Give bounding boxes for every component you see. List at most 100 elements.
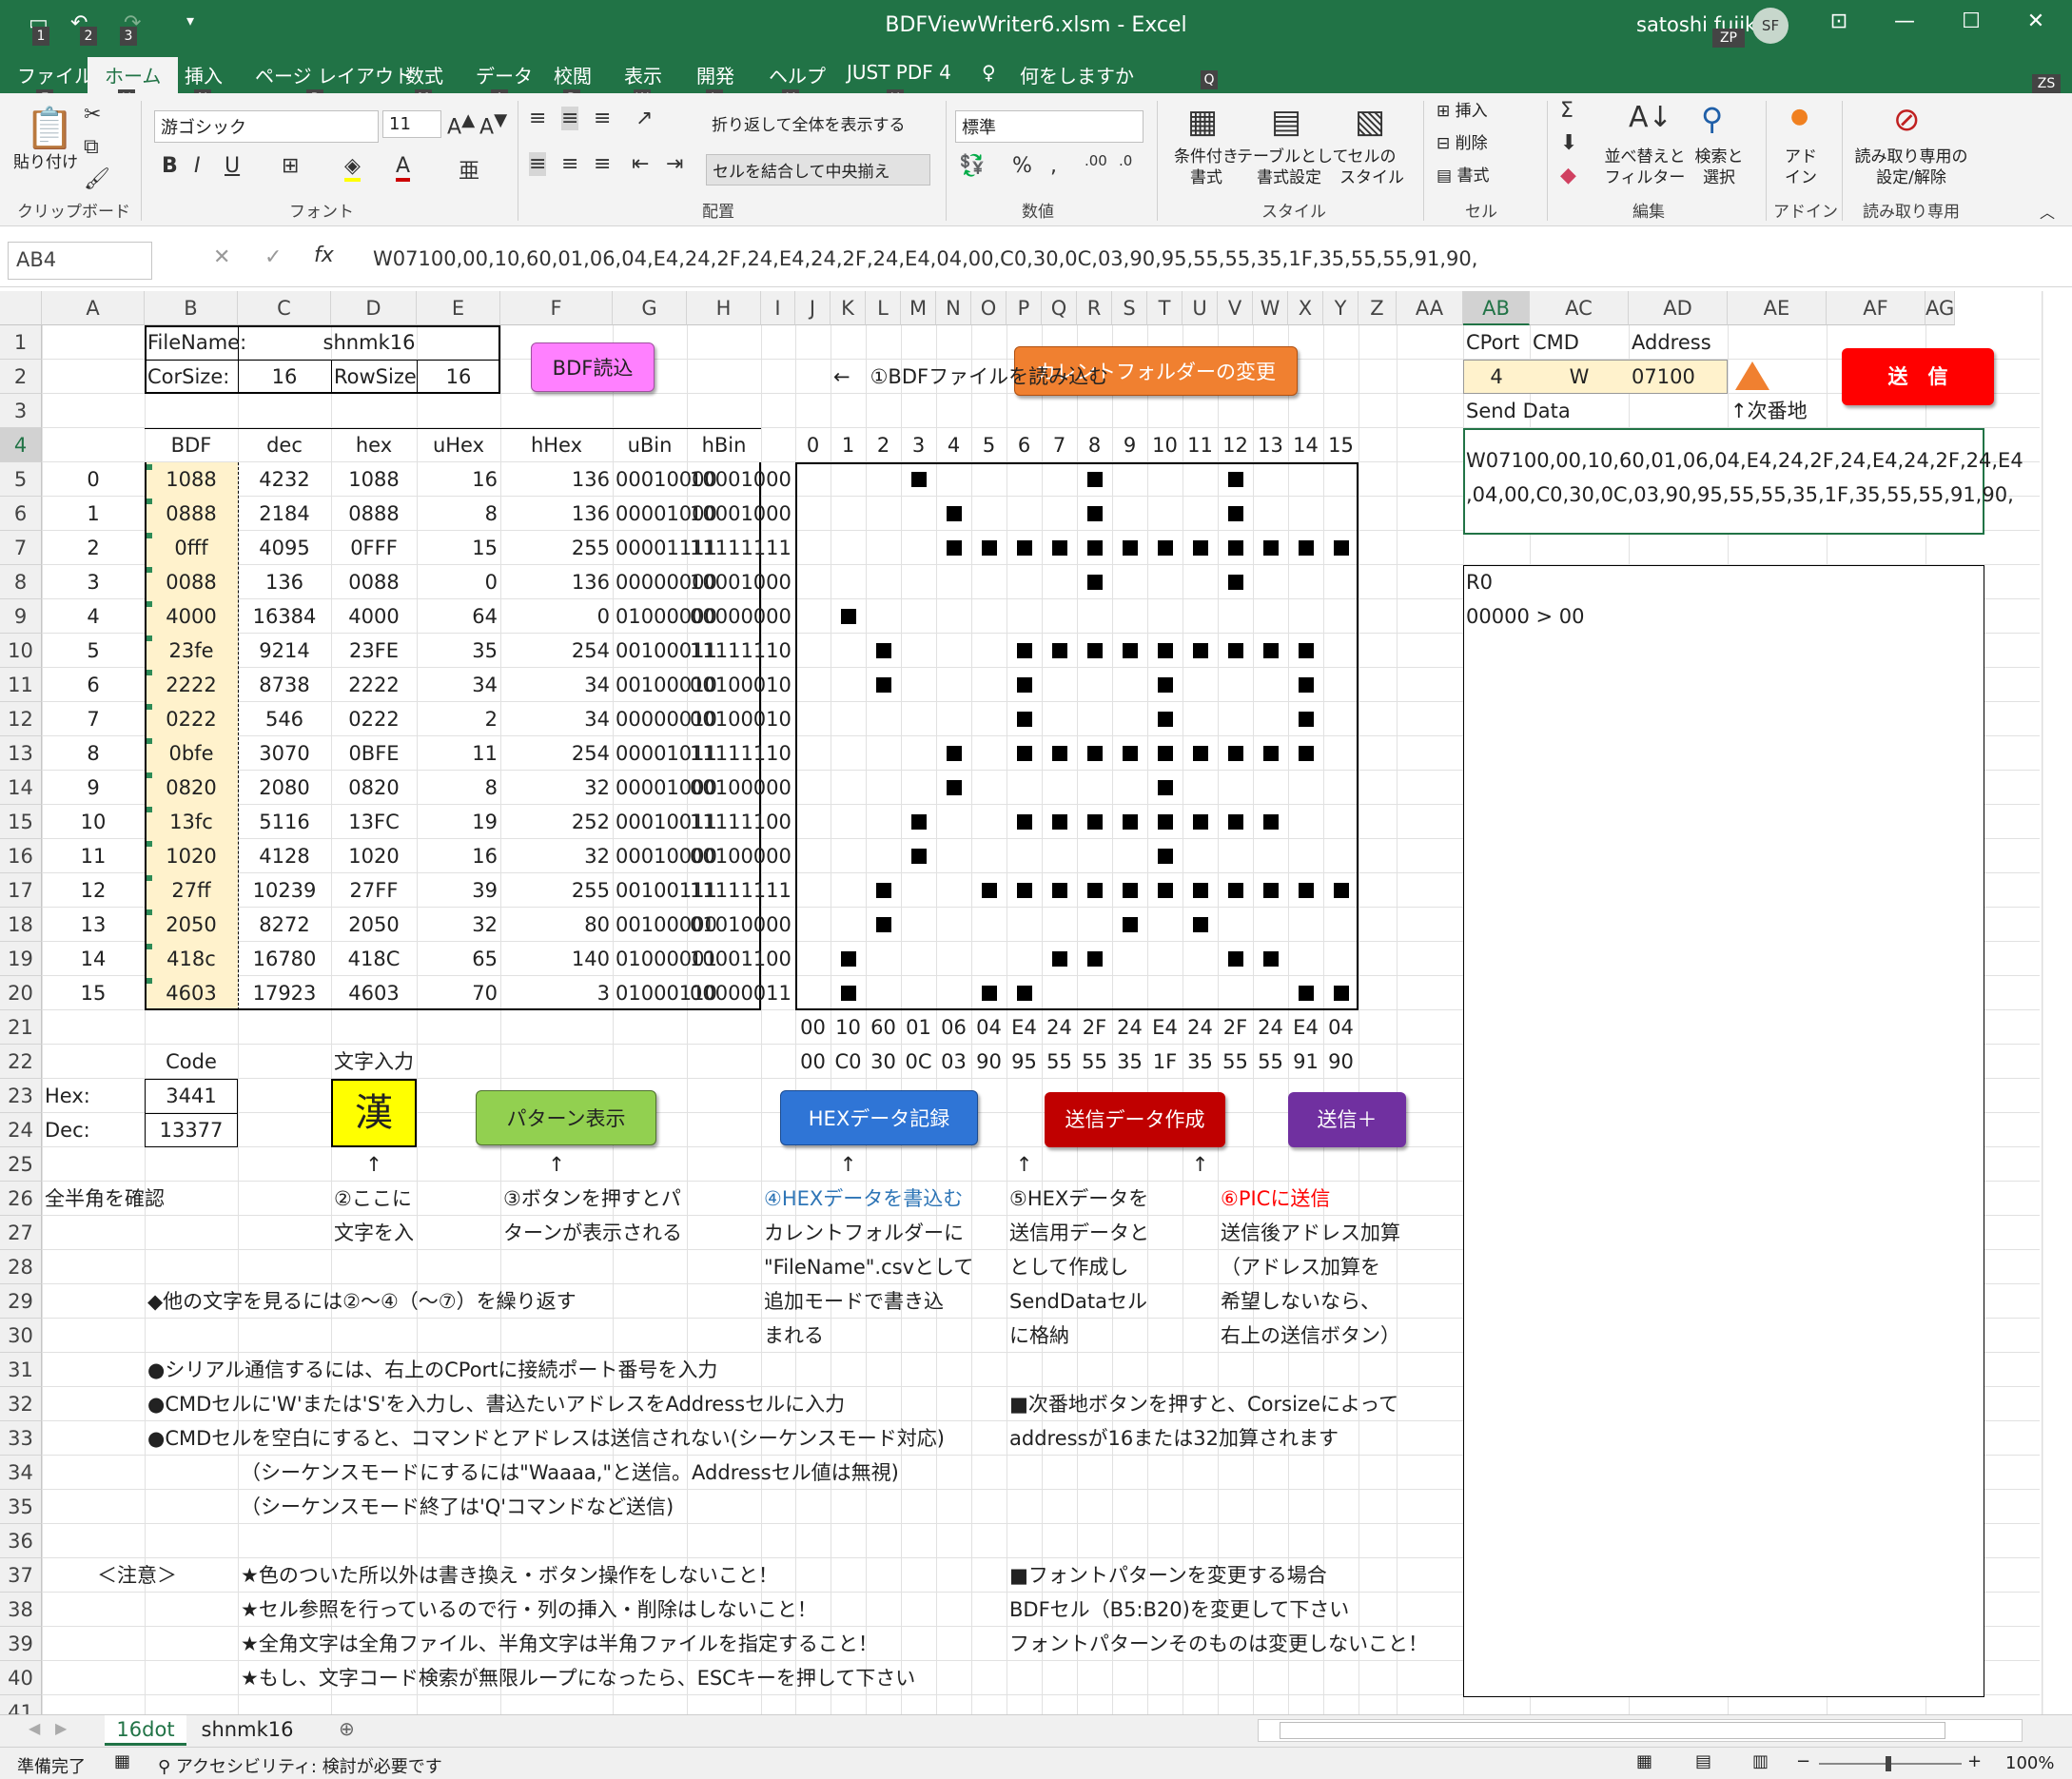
row-header[interactable]: 11 — [0, 668, 42, 702]
zoom-level[interactable]: 100% — [2005, 1753, 2054, 1773]
bdf-cell[interactable]: 418c — [147, 942, 235, 976]
enter-icon[interactable]: ✓ — [264, 245, 282, 269]
next-sheet-icon[interactable]: ▶ — [55, 1719, 67, 1737]
addin-icon[interactable]: ● — [1790, 105, 1808, 128]
orientation-icon[interactable]: ↗ — [635, 107, 653, 130]
page-break-view-icon[interactable]: ▥ — [1752, 1751, 1769, 1771]
send-plus-button[interactable]: 送信＋ — [1288, 1092, 1406, 1147]
bdf-cell[interactable]: 0fff — [147, 531, 235, 565]
bdf-cell[interactable]: 0bfe — [147, 736, 235, 771]
column-header[interactable]: AG — [1925, 291, 1956, 325]
decrease-decimal-icon[interactable]: .0 — [1119, 152, 1132, 169]
row-header[interactable]: 30 — [0, 1319, 42, 1353]
column-header[interactable]: K — [831, 291, 866, 325]
macro-record-icon[interactable]: ▦ — [114, 1751, 130, 1771]
row-header[interactable]: 12 — [0, 702, 42, 736]
column-header[interactable]: I — [761, 291, 795, 325]
row-header[interactable]: 26 — [0, 1182, 42, 1216]
row-header[interactable]: 23 — [0, 1079, 42, 1113]
row-header[interactable]: 29 — [0, 1284, 42, 1319]
cport-input[interactable]: 4 — [1466, 360, 1527, 394]
send-button[interactable]: 送 信 — [1842, 348, 1994, 405]
find-icon[interactable]: ⚲ — [1701, 101, 1723, 137]
column-header[interactable]: AE — [1728, 291, 1827, 325]
bdf-cell[interactable]: 23fe — [147, 634, 235, 668]
percent-icon[interactable]: % — [1012, 154, 1032, 178]
char-input[interactable]: 漢 — [334, 1079, 414, 1147]
comma-icon[interactable]: , — [1050, 154, 1057, 178]
row-header[interactable]: 28 — [0, 1250, 42, 1284]
column-header[interactable]: AD — [1629, 291, 1728, 325]
row-header[interactable]: 10 — [0, 634, 42, 668]
formula-input[interactable]: W07100,00,10,60,01,06,04,E4,24,2F,24,E4,… — [373, 247, 2057, 270]
tab-just-pdf[interactable]: JUST PDF 4 — [847, 61, 951, 84]
column-header[interactable]: M — [901, 291, 936, 325]
increase-indent-icon[interactable]: ⇥ — [666, 152, 683, 176]
close-icon[interactable]: ✕ — [2017, 10, 2055, 33]
column-header[interactable]: W — [1253, 291, 1288, 325]
row-header[interactable]: 17 — [0, 873, 42, 908]
cancel-icon[interactable]: ✕ — [213, 245, 230, 269]
column-header[interactable]: U — [1183, 291, 1218, 325]
row-header[interactable]: 32 — [0, 1387, 42, 1421]
name-box[interactable]: AB4 — [8, 242, 152, 280]
tell-me-search[interactable]: 何をしますか — [1020, 61, 1134, 88]
column-header[interactable]: AB — [1463, 291, 1530, 325]
border-icon[interactable]: ⊞ — [282, 154, 299, 178]
bdf-cell[interactable]: 0888 — [147, 497, 235, 531]
show-pattern-button[interactable]: パターン表示 — [476, 1090, 656, 1145]
tab-page-layout[interactable]: ページ レイアウト — [255, 61, 413, 88]
delete-cells-button[interactable]: ⊟ 削除 — [1437, 133, 1488, 154]
row-header[interactable]: 36 — [0, 1524, 42, 1558]
align-left-icon[interactable]: ≡ — [529, 152, 547, 176]
tab-formulas[interactable]: 数式 — [405, 61, 443, 88]
bdf-load-button[interactable]: BDF読込 — [531, 342, 655, 392]
row-header[interactable]: 5 — [0, 462, 42, 497]
column-header[interactable]: L — [866, 291, 901, 325]
row-header[interactable]: 13 — [0, 736, 42, 771]
row-header[interactable]: 41 — [0, 1695, 42, 1714]
column-header[interactable]: R — [1077, 291, 1112, 325]
sheet-tab-16dot[interactable]: 16dot — [105, 1715, 186, 1746]
row-header[interactable]: 16 — [0, 839, 42, 873]
column-header[interactable]: Z — [1359, 291, 1397, 325]
column-header[interactable]: D — [331, 291, 417, 325]
zoom-out-icon[interactable]: − — [1796, 1751, 1810, 1771]
column-header[interactable]: AA — [1397, 291, 1463, 325]
tab-data[interactable]: データ — [476, 61, 533, 88]
prev-sheet-icon[interactable]: ◀ — [29, 1719, 40, 1737]
ribbon-display-icon[interactable]: ⊡ — [1820, 10, 1858, 33]
column-header[interactable]: E — [417, 291, 500, 325]
minimize-icon[interactable]: — — [1886, 10, 1924, 33]
bdf-cell[interactable]: 2222 — [147, 668, 235, 702]
column-header[interactable]: AF — [1827, 291, 1925, 325]
underline-icon[interactable]: U — [225, 154, 240, 178]
avatar[interactable]: SF — [1752, 8, 1789, 44]
sheet-tab-shnmk16[interactable]: shnmk16 — [190, 1715, 304, 1746]
bdf-cell[interactable]: 4603 — [147, 976, 235, 1010]
bdf-cell[interactable]: 0820 — [147, 771, 235, 805]
font-name-box[interactable]: 游ゴシック — [154, 110, 379, 143]
row-header[interactable]: 33 — [0, 1421, 42, 1456]
format-painter-icon[interactable]: 🖌 — [84, 167, 110, 191]
row-header[interactable]: 6 — [0, 497, 42, 531]
row-header[interactable]: 18 — [0, 908, 42, 942]
tab-view[interactable]: 表示 — [624, 61, 662, 88]
worksheet-grid[interactable]: A B C D E F G H I J K L M N O P Q R S T U V W X Y Z AA AB AC AD AE AF AG… — [0, 291, 2043, 1714]
conditional-format-icon[interactable]: ▦ — [1187, 103, 1218, 141]
row-header[interactable]: 8 — [0, 565, 42, 599]
maximize-icon[interactable]: ☐ — [1952, 10, 1990, 33]
readonly-icon[interactable]: ⊘ — [1893, 101, 1921, 139]
next-address-button[interactable] — [1735, 362, 1769, 390]
row-header[interactable]: 38 — [0, 1593, 42, 1627]
tab-developer[interactable]: 開発 — [696, 61, 734, 88]
address-input[interactable]: 07100 — [1632, 360, 1725, 394]
row-header[interactable]: 19 — [0, 942, 42, 976]
readonly-button[interactable]: 読み取り専用の 設定/解除 — [1849, 147, 1973, 188]
cell-style-icon[interactable]: ▧ — [1355, 103, 1385, 141]
decrease-font-icon[interactable]: A▼ — [479, 110, 507, 139]
insert-function-icon[interactable]: fx — [314, 244, 334, 267]
column-header[interactable]: V — [1218, 291, 1253, 325]
currency-icon[interactable]: 💱 — [959, 154, 985, 178]
row-header[interactable]: 2 — [0, 360, 42, 394]
